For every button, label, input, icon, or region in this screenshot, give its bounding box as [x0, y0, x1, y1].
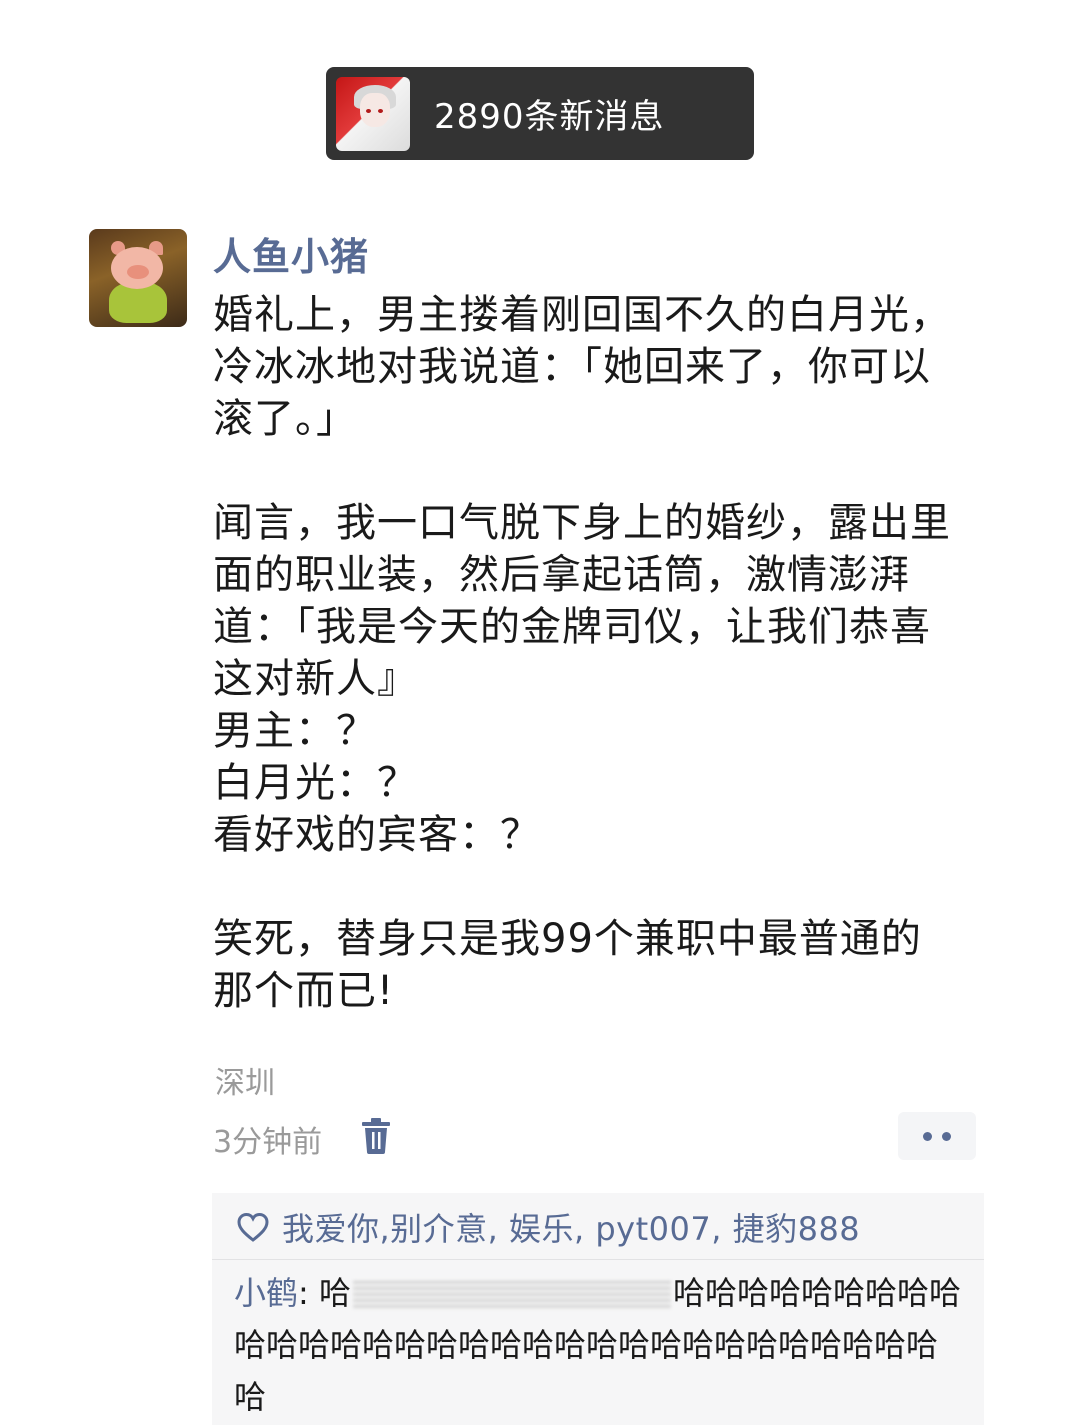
comment-item[interactable]: 小鹤: 哈哈哈哈哈哈哈哈哈哈哈哈哈哈哈哈哈哈哈哈哈哈哈哈哈哈哈哈哈哈哈哈哈: [234, 1267, 964, 1423]
comment-separator: :: [298, 1274, 319, 1312]
likes-row: 我爱你,别介意, 娱乐, pyt007, 捷豹888: [236, 1205, 860, 1249]
redaction-blur: [352, 1281, 671, 1309]
post-time: 3分钟前: [213, 1125, 323, 1160]
comment-text-start: 哈: [318, 1274, 351, 1312]
post-content: 婚礼上，男主搂着刚回国不久的白月光， 冷冰冰地对我说道：「她回来了，你可以 滚了…: [213, 292, 951, 1014]
comment-author[interactable]: 小鹤: [234, 1274, 298, 1312]
author-avatar[interactable]: [89, 229, 187, 327]
post-location[interactable]: 深圳: [215, 1058, 275, 1102]
heart-icon: [237, 1212, 269, 1242]
more-dot-icon: [923, 1131, 932, 1141]
divider: [212, 1259, 984, 1260]
likes-names[interactable]: 我爱你,别介意, 娱乐, pyt007, 捷豹888: [282, 1204, 860, 1250]
trash-icon[interactable]: [360, 1117, 392, 1155]
notice-avatar: [336, 76, 410, 151]
new-messages-text: 2890条新消息: [434, 97, 665, 137]
more-dot-icon: [942, 1131, 951, 1141]
new-messages-notice[interactable]: 2890条新消息: [326, 67, 754, 160]
author-name[interactable]: 人鱼小猪: [213, 226, 369, 281]
more-actions-button[interactable]: [898, 1112, 976, 1160]
interaction-panel: 我爱你,别介意, 娱乐, pyt007, 捷豹888 小鹤: 哈哈哈哈哈哈哈哈哈…: [212, 1193, 984, 1425]
